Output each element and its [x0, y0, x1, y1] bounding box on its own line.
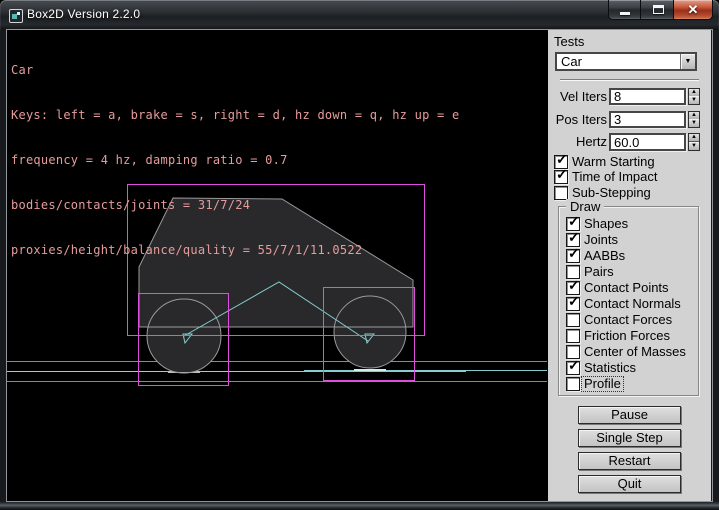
keys-help-text: Keys: left = a, brake = s, right = d, hz…: [11, 108, 459, 123]
chevron-down-icon: ▼: [681, 54, 695, 69]
checkbox-box: ✓: [566, 361, 580, 375]
checkbox-box: ✓: [566, 249, 580, 263]
spin-up-icon: ▲: [691, 134, 697, 140]
hertz-input[interactable]: [609, 133, 686, 151]
quit-button[interactable]: Quit: [578, 475, 681, 493]
frequency-text: frequency = 4 hz, damping ratio = 0.7: [11, 153, 459, 168]
app-icon-dot: [17, 12, 20, 15]
proxies-stats-text: proxies/height/balance/quality = 55/7/1/…: [11, 243, 459, 258]
spin-up-button[interactable]: ▲: [689, 134, 699, 142]
spin-down-button[interactable]: ▼: [689, 96, 699, 104]
simulation-canvas[interactable]: Car Keys: left = a, brake = s, right = d…: [7, 30, 548, 501]
window-title: Box2D Version 2.2.0: [27, 7, 140, 21]
window-bottom-frame: [0, 501, 719, 510]
hertz-spinner: ▲ ▼: [688, 133, 700, 151]
checkbox-label: Statistics: [584, 361, 636, 375]
checkbox-label: AABBs: [584, 249, 625, 263]
checkbox-label: Shapes: [584, 217, 628, 231]
spin-down-icon: ▼: [691, 143, 697, 149]
pos-iters-input[interactable]: [609, 111, 686, 128]
checkbox-label: Contact Forces: [584, 313, 672, 327]
hertz-label: Hertz: [548, 133, 607, 151]
check-icon: ✓: [568, 213, 580, 230]
pos-iters-label: Pos Iters: [548, 111, 607, 128]
close-icon: ✕: [674, 2, 712, 18]
single-step-button[interactable]: Single Step: [578, 429, 681, 447]
checkbox-box: [566, 329, 580, 343]
checkbox-box: [554, 186, 568, 200]
vel-iters-input[interactable]: [609, 88, 686, 105]
window-frame: Box2D Version 2.2.0 ✕: [0, 0, 719, 510]
checkbox-label: Warm Starting: [572, 155, 655, 169]
app-icon[interactable]: [9, 9, 23, 23]
restart-button[interactable]: Restart: [578, 452, 681, 470]
check-icon: ✓: [568, 277, 580, 294]
spin-up-icon: ▲: [691, 89, 697, 95]
spin-down-icon: ▼: [691, 120, 697, 126]
checkbox-label: Pairs: [584, 265, 614, 279]
checkbox-label: Sub-Stepping: [572, 186, 651, 200]
minimize-button[interactable]: [608, 0, 641, 20]
vel-iters-spinner: ▲ ▼: [688, 88, 700, 105]
draw-groupbox: Draw ✓ Shapes ✓ Joints ✓ AABBs Pairs ✓ C…: [558, 206, 699, 396]
draw-group-title: Draw: [566, 199, 604, 214]
checkbox-label: Time of Impact: [572, 170, 657, 184]
debug-text-overlay: Car Keys: left = a, brake = s, right = d…: [11, 33, 459, 288]
checkbox-box: ✓: [566, 297, 580, 311]
pause-button[interactable]: Pause: [578, 406, 681, 424]
spin-down-button[interactable]: ▼: [689, 142, 699, 150]
bodies-stats-text: bodies/contacts/joints = 31/7/24: [11, 198, 459, 213]
check-icon: ✓: [568, 229, 580, 246]
checkbox-box: ✓: [554, 170, 568, 184]
test-select-value: Car: [561, 54, 582, 69]
dropdown-arrow-button[interactable]: ▼: [680, 54, 695, 69]
check-icon: ✓: [568, 245, 580, 262]
minimize-icon: [620, 12, 630, 15]
tests-label: Tests: [554, 34, 584, 49]
spin-down-button[interactable]: ▼: [689, 119, 699, 127]
titlebar[interactable]: Box2D Version 2.2.0 ✕: [0, 0, 719, 30]
checkbox-label: Contact Points: [584, 281, 669, 295]
checkbox-label-focused: Profile: [582, 377, 623, 391]
check-icon: ✓: [568, 357, 580, 374]
check-icon: ✓: [556, 166, 568, 183]
checkbox-label: Contact Normals: [584, 297, 681, 311]
spin-up-icon: ▲: [691, 112, 697, 118]
close-button[interactable]: ✕: [673, 0, 713, 20]
maximize-button[interactable]: [640, 0, 674, 20]
separator: [560, 79, 699, 80]
checkbox-label: Center of Masses: [584, 345, 686, 359]
checkbox-label: Friction Forces: [584, 329, 670, 343]
check-icon: ✓: [568, 293, 580, 310]
checkbox-box: [566, 313, 580, 327]
checkbox-label: Joints: [584, 233, 618, 247]
pos-iters-spinner: ▲ ▼: [688, 111, 700, 128]
control-panel: Tests Car ▼ Vel Iters ▲ ▼ Pos Iters ▲ ▼ …: [548, 30, 711, 501]
test-select-dropdown[interactable]: Car ▼: [555, 52, 697, 71]
vel-iters-label: Vel Iters: [548, 88, 607, 105]
test-name-text: Car: [11, 63, 459, 78]
spin-down-icon: ▼: [691, 97, 697, 103]
checkbox-box: [566, 377, 580, 391]
restore-icon: [653, 5, 664, 14]
